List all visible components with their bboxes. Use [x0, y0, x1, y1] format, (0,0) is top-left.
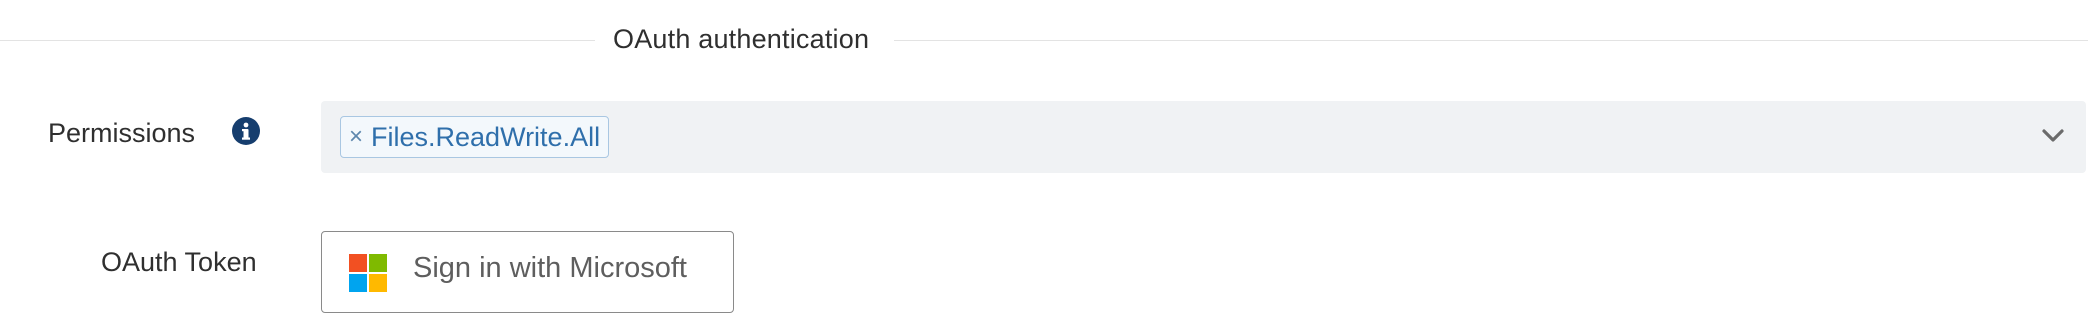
permissions-label: Permissions	[48, 118, 196, 148]
chevron-down-icon[interactable]	[2040, 125, 2066, 147]
separator-line-left	[0, 40, 595, 41]
sign-in-microsoft-button[interactable]: Sign in with Microsoft	[321, 231, 734, 313]
permission-tag: × Files.ReadWrite.All	[340, 116, 610, 158]
info-icon[interactable]	[232, 117, 260, 145]
tag-remove-icon[interactable]: ×	[349, 123, 363, 151]
separator-line-right	[894, 40, 2088, 41]
oauth-authentication-section: OAuth authentication Permissions × Files…	[0, 0, 2088, 336]
section-separator: OAuth authentication	[0, 20, 2088, 60]
oauth-token-label: OAuth Token	[101, 247, 257, 277]
tag-label: Files.ReadWrite.All	[371, 121, 601, 152]
microsoft-logo-icon	[349, 254, 387, 292]
sign-in-button-label: Sign in with Microsoft	[413, 252, 687, 284]
info-glyph	[242, 122, 250, 140]
section-title: OAuth authentication	[613, 24, 870, 54]
